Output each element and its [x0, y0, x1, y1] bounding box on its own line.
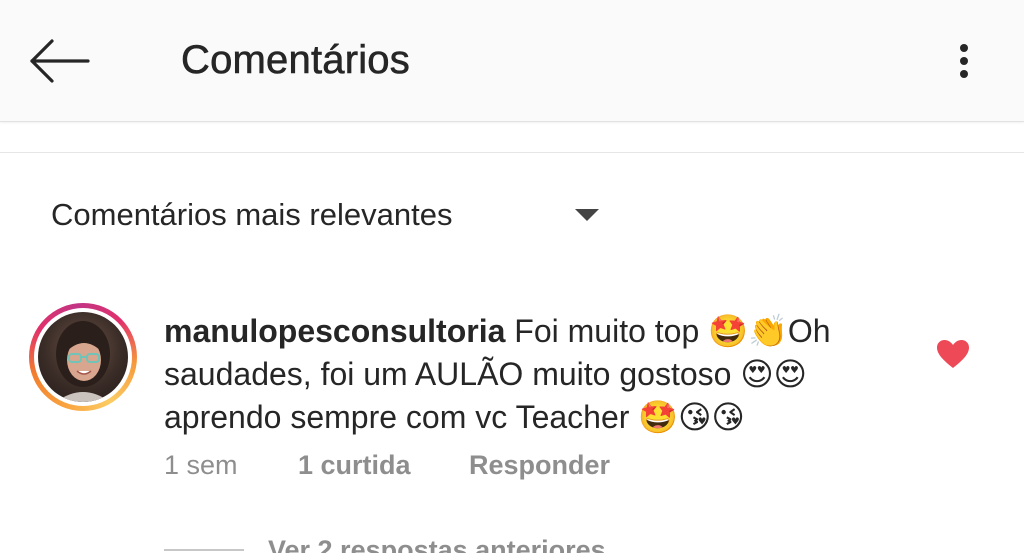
- arrow-left-icon: [30, 39, 90, 83]
- more-vertical-icon-dot: [960, 57, 968, 65]
- comment-text-line1-tail: Oh: [787, 313, 831, 349]
- comment-text-line2: saudades, foi um AULÃO muito gostoso: [164, 356, 741, 392]
- back-button[interactable]: [24, 36, 94, 86]
- more-options-button[interactable]: [944, 38, 984, 84]
- app-bar: Comentários: [0, 0, 1024, 122]
- view-replies-link[interactable]: Ver 2 respostas anteriores: [268, 535, 606, 553]
- more-vertical-icon: [960, 44, 968, 52]
- emoji-star-struck-clap: 🤩👏: [708, 312, 788, 350]
- sort-label: Comentários mais relevantes: [51, 197, 453, 232]
- more-vertical-icon-dot: [960, 70, 968, 78]
- replies-divider-line: [164, 549, 244, 551]
- avatar-border: [34, 308, 132, 406]
- divider: [0, 152, 1024, 153]
- sort-dropdown[interactable]: Comentários mais relevantes: [51, 193, 611, 239]
- avatar[interactable]: [29, 303, 137, 411]
- comment-text-line3: aprendo sempre com vc Teacher: [164, 399, 639, 435]
- page-title: Comentários: [181, 38, 410, 83]
- like-comment-button[interactable]: [935, 338, 971, 370]
- heart-icon: [937, 340, 969, 368]
- comment-timestamp: 1 sem: [164, 450, 238, 480]
- comment-username[interactable]: manulopesconsultoria: [164, 313, 505, 349]
- comment-likes-link[interactable]: 1 curtida: [298, 450, 411, 481]
- avatar-photo: [38, 312, 128, 402]
- comment-text-line1: Foi muito top: [505, 313, 709, 349]
- comment-body: manulopesconsultoria Foi muito top 🤩👏Oh …: [164, 310, 884, 439]
- caret-down-icon: [575, 209, 599, 221]
- emoji-heart-eyes: 😍😍: [740, 355, 808, 393]
- reply-button[interactable]: Responder: [469, 450, 610, 481]
- emoji-star-struck-kiss: 🤩😘😘: [638, 398, 745, 436]
- profile-photo-icon: [56, 321, 110, 402]
